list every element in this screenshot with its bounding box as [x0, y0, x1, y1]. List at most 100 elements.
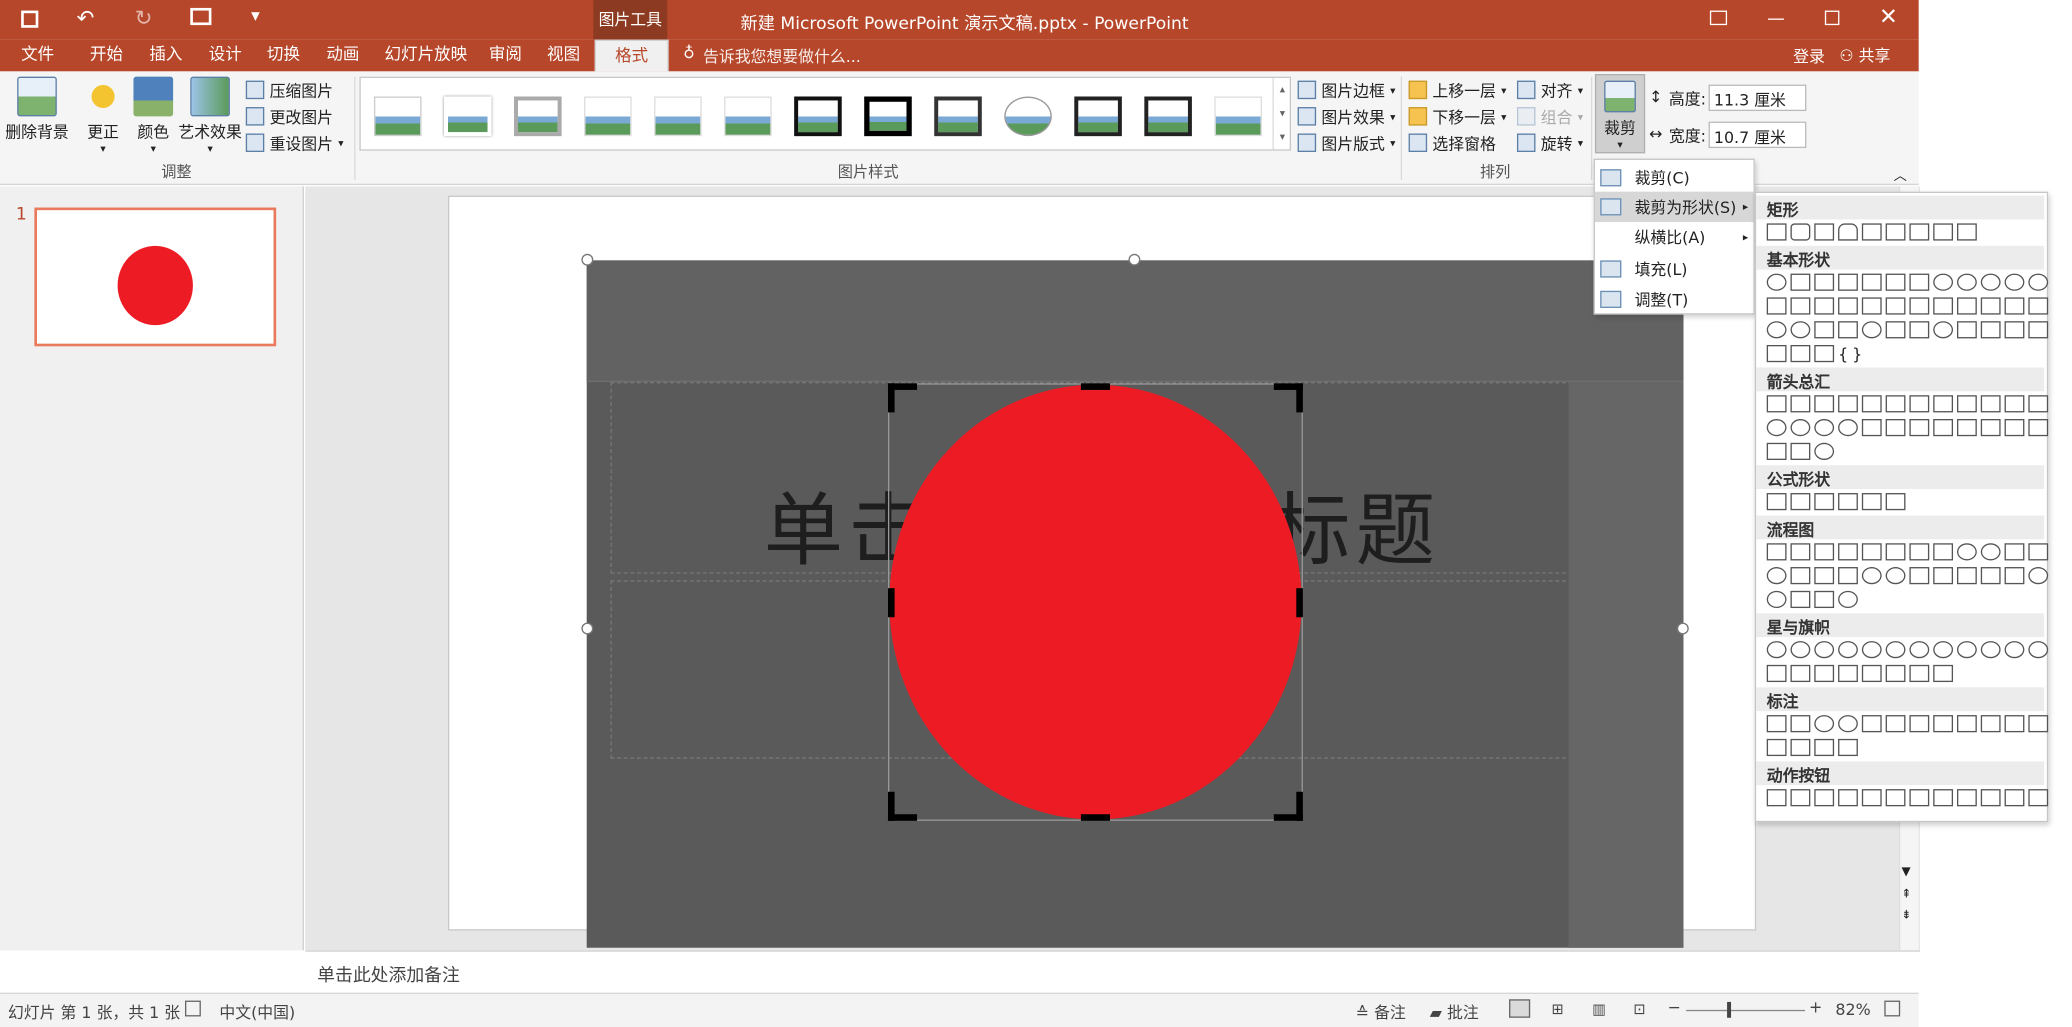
- shape-option-icon[interactable]: [2004, 419, 2025, 437]
- shape-option-icon[interactable]: [1814, 567, 1835, 585]
- shape-option-icon[interactable]: [2028, 789, 2049, 807]
- shape-option-icon[interactable]: [1885, 419, 1906, 437]
- shape-option-icon[interactable]: [1790, 738, 1811, 757]
- shape-option-icon[interactable]: [1980, 273, 2001, 291]
- shape-option-icon[interactable]: [1766, 715, 1787, 733]
- picture-layout-button[interactable]: 图片版式 ▾: [1297, 130, 1395, 156]
- shape-row[interactable]: [1766, 641, 2050, 659]
- shape-option-icon[interactable]: [1980, 419, 2001, 437]
- shape-option-icon[interactable]: [1885, 395, 1906, 413]
- shape-option-icon[interactable]: [2004, 297, 2025, 315]
- shape-option-icon[interactable]: [1980, 297, 2001, 315]
- shape-option-icon[interactable]: [1980, 641, 2001, 659]
- shape-row[interactable]: [1766, 273, 2050, 291]
- shape-option-icon[interactable]: [1909, 543, 1930, 561]
- language-status[interactable]: 中文(中国): [219, 1001, 295, 1023]
- shape-option-icon[interactable]: [1885, 223, 1906, 241]
- shape-option-icon[interactable]: [1861, 641, 1882, 659]
- shape-option-icon[interactable]: [1885, 273, 1906, 291]
- shape-option-icon[interactable]: [1933, 543, 1954, 561]
- menu-fit[interactable]: 调整(T): [1595, 284, 1754, 314]
- shape-option-icon[interactable]: [1933, 567, 1954, 585]
- shape-option-icon[interactable]: [1814, 321, 1835, 339]
- shape-option-icon[interactable]: [1838, 297, 1858, 315]
- minimize-icon[interactable]: [1768, 18, 1784, 20]
- artistic-effects-button[interactable]: 艺术效果 ▾: [177, 76, 243, 155]
- shape-option-icon[interactable]: [1885, 297, 1906, 315]
- shape-row[interactable]: [1766, 493, 2050, 511]
- style-thumb[interactable]: [584, 96, 632, 137]
- tab-design[interactable]: 设计: [203, 40, 247, 72]
- zoom-level[interactable]: 82%: [1835, 1001, 1870, 1020]
- shape-option-icon[interactable]: [2028, 321, 2049, 339]
- slide-thumbnail[interactable]: [34, 207, 277, 347]
- brace-right-shape[interactable]: }: [1852, 345, 1862, 364]
- shape-row[interactable]: [1766, 715, 2050, 733]
- shape-row[interactable]: [1766, 543, 2050, 561]
- shape-option-icon[interactable]: [1861, 715, 1882, 733]
- shape-option-icon[interactable]: [1838, 715, 1858, 733]
- crop-edge-handle[interactable]: [1080, 383, 1110, 390]
- shape-option-icon[interactable]: [1885, 321, 1906, 339]
- shape-option-icon[interactable]: [1838, 419, 1858, 437]
- share-button[interactable]: ⚇ 共享: [1839, 44, 1890, 66]
- shape-row[interactable]: [1766, 297, 2050, 315]
- shape-option-icon[interactable]: [1980, 321, 2001, 339]
- shape-option-icon[interactable]: [1861, 273, 1882, 291]
- shape-option-icon[interactable]: [1956, 715, 1977, 733]
- shape-option-icon[interactable]: [1980, 395, 2001, 413]
- close-icon[interactable]: ✕: [1879, 4, 1898, 30]
- shape-option-icon[interactable]: [1909, 715, 1930, 733]
- remove-background-button[interactable]: 删除背景: [5, 76, 69, 143]
- shape-option-icon[interactable]: [1814, 493, 1835, 511]
- shape-option-icon[interactable]: [1790, 543, 1811, 561]
- shape-option-icon[interactable]: [1980, 715, 2001, 733]
- shape-option-icon[interactable]: [1790, 273, 1811, 291]
- shape-option-icon[interactable]: [1861, 419, 1882, 437]
- shape-option-icon[interactable]: [1933, 273, 1954, 291]
- shape-option-icon[interactable]: [1766, 223, 1787, 241]
- shape-option-icon[interactable]: [1790, 442, 1811, 460]
- shape-option-icon[interactable]: [1909, 567, 1930, 585]
- tab-review[interactable]: 审阅: [484, 40, 528, 72]
- brace-left-shape[interactable]: {: [1838, 345, 1848, 364]
- shape-option-icon[interactable]: [1861, 567, 1882, 585]
- zoom-slider-thumb[interactable]: [1727, 1001, 1732, 1018]
- shape-option-icon[interactable]: [2028, 297, 2049, 315]
- align-button[interactable]: 对齐 ▾: [1516, 77, 1583, 103]
- shape-option-icon[interactable]: [1885, 641, 1906, 659]
- shape-option-icon[interactable]: [1838, 789, 1858, 807]
- crop-edge-handle[interactable]: [1080, 814, 1110, 821]
- customize-icon[interactable]: ▾: [251, 7, 260, 27]
- shape-option-icon[interactable]: [2004, 273, 2025, 291]
- menu-aspect-ratio[interactable]: 纵横比(A) ▸: [1595, 222, 1754, 252]
- shape-option-icon[interactable]: [1956, 321, 1977, 339]
- shape-option-icon[interactable]: [1956, 273, 1977, 291]
- shape-option-icon[interactable]: [1956, 543, 1977, 561]
- maximize-icon[interactable]: [1824, 10, 1840, 26]
- crop-corner-handle[interactable]: [887, 791, 918, 821]
- shape-option-icon[interactable]: [1766, 273, 1787, 291]
- shape-option-icon[interactable]: [1766, 442, 1787, 460]
- red-circle[interactable]: [889, 384, 1302, 820]
- shape-row[interactable]: [1766, 567, 2050, 585]
- style-thumb[interactable]: [443, 96, 492, 137]
- shape-option-icon[interactable]: [1885, 664, 1906, 683]
- tell-me-box[interactable]: 告诉我您想要做什么...: [703, 45, 861, 67]
- tab-home[interactable]: 开始: [85, 40, 129, 72]
- resize-handle[interactable]: [1128, 253, 1141, 266]
- shape-option-icon[interactable]: [1861, 321, 1882, 339]
- style-thumb[interactable]: [934, 96, 982, 137]
- shape-option-icon[interactable]: [1790, 223, 1811, 241]
- shape-option-icon[interactable]: [1861, 664, 1882, 683]
- shape-option-icon[interactable]: [1814, 419, 1835, 437]
- shape-option-icon[interactable]: [2004, 641, 2025, 659]
- shape-option-icon[interactable]: [1838, 273, 1858, 291]
- resize-handle[interactable]: [1676, 622, 1689, 635]
- zoom-in-icon[interactable]: +: [1809, 998, 1822, 1017]
- shape-option-icon[interactable]: [1861, 493, 1882, 511]
- shape-option-icon[interactable]: [1766, 543, 1787, 561]
- shape-option-icon[interactable]: [1933, 419, 1954, 437]
- height-input[interactable]: 11.3 厘米: [1708, 84, 1807, 112]
- shape-option-icon[interactable]: [1956, 567, 1977, 585]
